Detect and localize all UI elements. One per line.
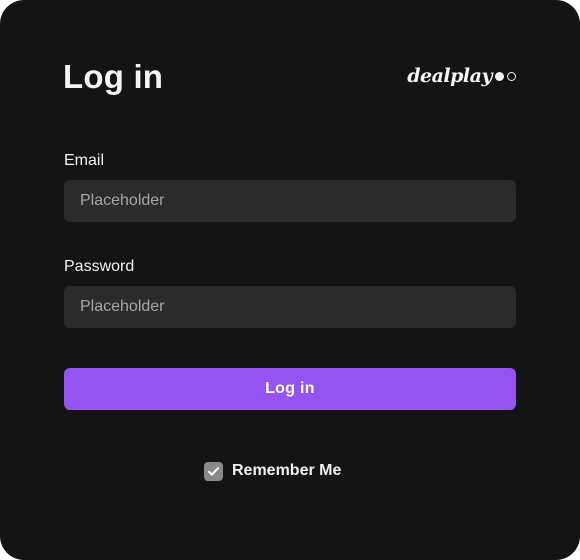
page-title: Log in bbox=[63, 58, 164, 95]
checkbox-box[interactable] bbox=[204, 461, 223, 481]
email-label: Email bbox=[64, 152, 105, 169]
login-card: Log in dealplay Email Password Log in Re… bbox=[0, 0, 580, 560]
logo-wordmark: dealplay bbox=[407, 65, 492, 87]
logo-dot-outline-icon bbox=[507, 71, 516, 81]
password-input[interactable] bbox=[64, 286, 516, 328]
logo-dot-filled-icon bbox=[495, 71, 504, 81]
brand-logo: dealplay bbox=[407, 64, 516, 88]
password-label: Password bbox=[64, 258, 135, 275]
remember-me-checkbox[interactable]: Remember Me bbox=[204, 461, 341, 481]
check-icon bbox=[208, 466, 219, 476]
login-button[interactable]: Log in bbox=[64, 368, 516, 410]
email-input[interactable] bbox=[64, 180, 516, 222]
remember-me-label: Remember Me bbox=[232, 462, 342, 479]
